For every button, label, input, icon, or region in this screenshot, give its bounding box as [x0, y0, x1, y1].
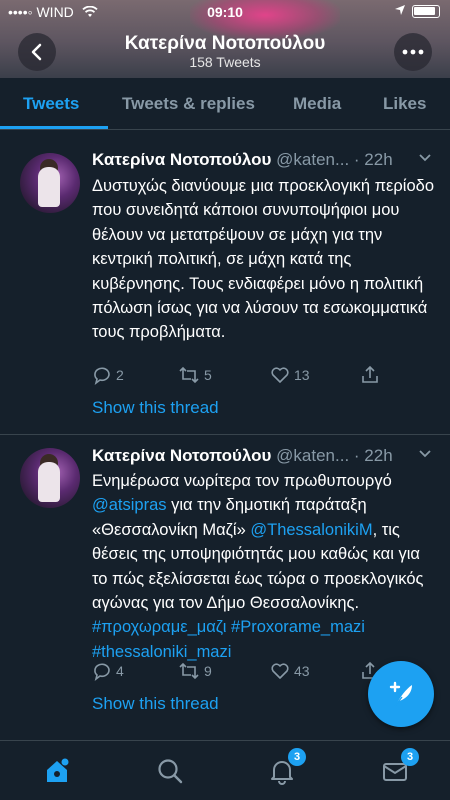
active-tab-indicator: [0, 126, 108, 129]
text-segment: Ενημέρωσα νωρίτερα τον πρωθυπουργό: [92, 472, 392, 490]
show-thread-link[interactable]: Show this thread: [92, 694, 219, 714]
profile-name-title: Κατερίνα Νοτοπούλου: [124, 33, 326, 54]
tweet-header: Κατερίνα Νοτοπούλου @katen... · 22h: [92, 446, 437, 466]
author-handle: @katen...: [276, 150, 350, 169]
tweet-time: · 22h: [353, 150, 393, 169]
messages-badge: 3: [401, 748, 419, 766]
retweet-icon: [179, 662, 199, 680]
more-options-button[interactable]: [394, 33, 432, 71]
author-name: Κατερίνα Νοτοπούλου: [92, 446, 272, 465]
tab-likes[interactable]: Likes: [383, 94, 426, 114]
retweet-icon: [179, 366, 199, 384]
nav-messages[interactable]: 3: [381, 748, 419, 785]
search-icon: [158, 759, 183, 784]
profile-header: ••••◦ WIND 09:10 Κατερίνα Νοτοπούλου 158…: [0, 0, 450, 78]
retweet-button[interactable]: 5: [178, 365, 212, 385]
tab-tweets-replies[interactable]: Tweets & replies: [122, 94, 255, 114]
reply-icon: [94, 663, 110, 681]
author-handle: @katen...: [276, 446, 350, 465]
bottom-nav: 3 3: [0, 740, 450, 800]
tab-tweets[interactable]: Tweets: [23, 94, 79, 114]
reply-count: 4: [116, 663, 124, 679]
tweet-card[interactable]: Κατερίνα Νοτοπούλου @katen... · 22h Δυστ…: [0, 139, 450, 435]
reply-button[interactable]: 2: [92, 365, 124, 385]
like-count: 43: [294, 663, 310, 679]
tab-media[interactable]: Media: [293, 94, 341, 114]
hashtag-link[interactable]: #προχωραμε_μαζι: [92, 618, 226, 636]
reply-icon: [94, 367, 110, 385]
share-icon: [362, 365, 378, 383]
tweet-actions: 2 5 13: [92, 365, 392, 387]
avatar[interactable]: [20, 448, 80, 508]
chevron-down-icon[interactable]: [418, 153, 432, 163]
show-thread-link[interactable]: Show this thread: [92, 398, 219, 418]
location-icon: [395, 5, 405, 15]
tweet-time: · 22h: [353, 446, 393, 465]
retweet-count: 5: [204, 367, 212, 383]
tweet-text: Ενημέρωσα νωρίτερα τον πρωθυπουργό @atsi…: [92, 469, 437, 664]
battery-icon: [412, 5, 440, 18]
mention-link[interactable]: @ThessalonikiM: [250, 521, 372, 539]
tweet-count: 158 Tweets: [189, 54, 261, 70]
reply-count: 2: [116, 367, 124, 383]
compose-tweet-button[interactable]: [368, 661, 434, 727]
more-icon: [402, 49, 424, 55]
home-icon: [47, 758, 69, 782]
chevron-down-icon[interactable]: [418, 449, 432, 459]
heart-icon: [271, 663, 289, 679]
like-count: 13: [294, 367, 310, 383]
profile-tabs: Tweets Tweets & replies Media Likes: [0, 78, 450, 130]
tweet-text: Δυστυχώς διανύουμε μια προεκλογική περίο…: [92, 177, 434, 342]
status-bar: ••••◦ WIND 09:10: [0, 4, 450, 22]
mention-link[interactable]: @atsipras: [92, 496, 167, 514]
nav-search[interactable]: [156, 757, 184, 785]
nav-notifications[interactable]: 3: [268, 748, 306, 785]
hashtag-link[interactable]: #thessaloniki_mazi: [92, 643, 231, 661]
author-name: Κατερίνα Νοτοπούλου: [92, 150, 272, 169]
retweet-count: 9: [204, 663, 212, 679]
avatar[interactable]: [20, 153, 80, 213]
like-button[interactable]: 43: [270, 661, 310, 681]
reply-button[interactable]: 4: [92, 661, 124, 681]
heart-icon: [271, 367, 289, 383]
clock: 09:10: [207, 4, 243, 20]
share-button[interactable]: [360, 365, 380, 385]
tweet-header: Κατερίνα Νοτοπούλου @katen... · 22h: [92, 150, 437, 170]
hashtag-link[interactable]: #Proxorame_mazi: [231, 618, 365, 636]
nav-home[interactable]: [43, 757, 71, 785]
like-button[interactable]: 13: [270, 365, 310, 385]
tweet-actions: 4 9 43: [92, 661, 392, 683]
notifications-badge: 3: [288, 748, 306, 766]
compose-feather-icon: [389, 681, 412, 707]
retweet-button[interactable]: 9: [178, 661, 212, 681]
